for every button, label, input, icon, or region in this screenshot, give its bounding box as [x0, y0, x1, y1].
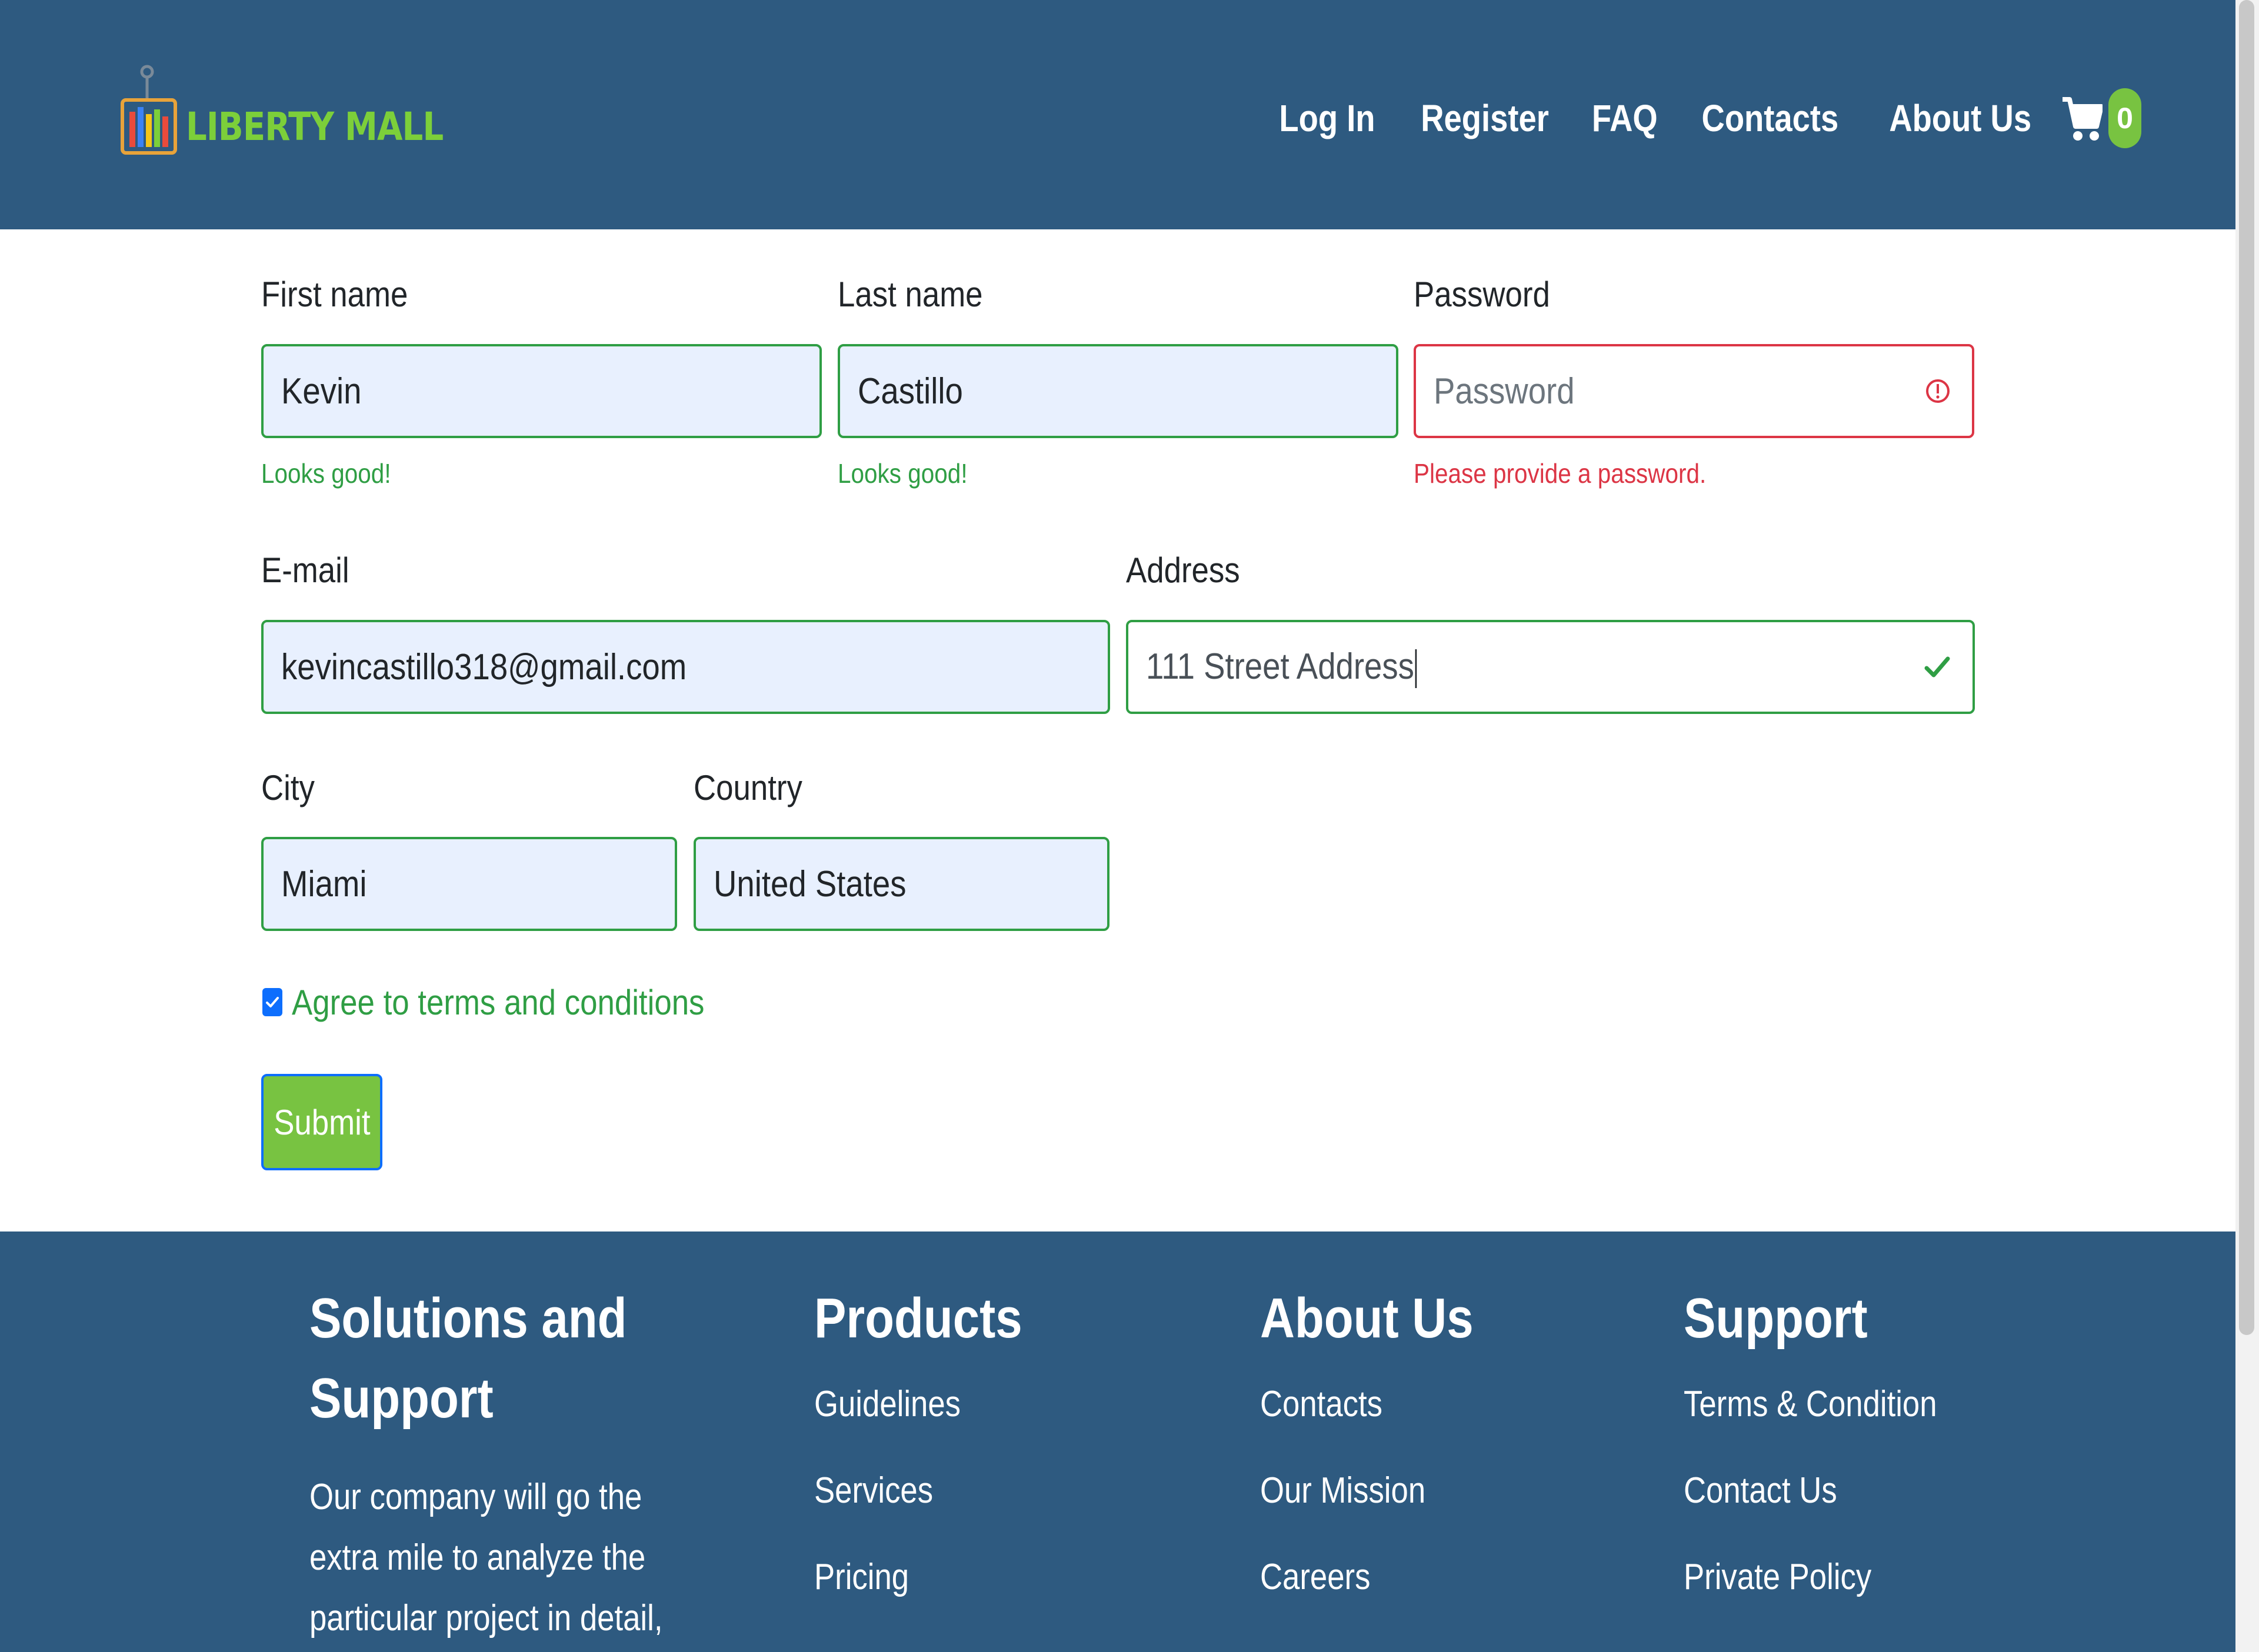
- basket-logo-icon: [121, 65, 177, 155]
- footer-col-products: Products Guidelines Services Pricing: [814, 1279, 1059, 1620]
- first-name-label: First name: [261, 275, 408, 314]
- last-name-input[interactable]: Castillo: [838, 344, 1398, 438]
- address-value: 111 Street Address: [1146, 646, 1417, 689]
- footer-description-line: particular project in detail,: [309, 1598, 663, 1638]
- main-nav: Log In Register FAQ Contacts About Us 0: [1245, 88, 2141, 148]
- terms-checkbox[interactable]: [262, 988, 282, 1016]
- footer-heading-about: About Us: [1260, 1287, 1474, 1350]
- city-input[interactable]: Miami: [261, 837, 677, 931]
- email-input[interactable]: kevincastillo318@gmail.com: [261, 620, 1110, 714]
- last-name-value: Castillo: [858, 371, 963, 412]
- last-name-valid-feedback: Looks good!: [838, 458, 968, 489]
- logo[interactable]: LIBERTY MALL: [118, 65, 489, 165]
- checkmark-icon: [1924, 656, 1950, 678]
- footer-link-contact-us[interactable]: Contact Us: [1684, 1447, 1937, 1534]
- last-name-label: Last name: [838, 275, 983, 314]
- footer-link-guidelines[interactable]: Guidelines: [814, 1361, 1022, 1447]
- footer-link-our-mission[interactable]: Our Mission: [1260, 1447, 1474, 1534]
- footer-description: Our company will go the extra mile to an…: [309, 1467, 662, 1648]
- email-label: E-mail: [261, 550, 349, 590]
- scrollbar-thumb[interactable]: [2239, 0, 2254, 1335]
- nav-faq-link[interactable]: FAQ: [1592, 96, 1658, 140]
- submit-label: Submit: [273, 1102, 371, 1142]
- nav-register-link[interactable]: Register: [1421, 96, 1549, 140]
- password-input[interactable]: Password: [1414, 344, 1974, 438]
- city-label: City: [261, 768, 315, 807]
- password-placeholder: Password: [1434, 371, 1575, 412]
- footer-link-careers[interactable]: Careers: [1260, 1534, 1474, 1620]
- address-label: Address: [1126, 550, 1240, 590]
- footer-link-pricing[interactable]: Pricing: [814, 1534, 1022, 1620]
- footer-description-line: Our company will go the: [309, 1477, 642, 1517]
- footer-col-about: About Us Contacts Our Mission Careers: [1260, 1279, 1511, 1620]
- error-circle-icon: [1926, 379, 1950, 403]
- shopping-cart-icon[interactable]: [2061, 91, 2103, 145]
- footer-description-line: extra mile to analyze the: [309, 1537, 646, 1578]
- footer-heading-support: Support: [1684, 1287, 1868, 1350]
- country-input[interactable]: United States: [694, 837, 1109, 931]
- first-name-value: Kevin: [281, 371, 362, 412]
- country-label: Country: [694, 768, 802, 807]
- logo-text: LIBERTY MALL: [186, 104, 444, 149]
- site-footer: Solutions and Support Our company will g…: [0, 1232, 2235, 1652]
- footer-link-services[interactable]: Services: [814, 1447, 1022, 1534]
- text-caret: [1415, 649, 1417, 689]
- footer-col-support: Support Terms & Condition Contact Us Pri…: [1684, 1279, 1982, 1620]
- city-value: Miami: [281, 863, 367, 905]
- email-value: kevincastillo318@gmail.com: [281, 646, 687, 688]
- footer-heading-solutions-line2: Support: [309, 1367, 494, 1430]
- checkbox-check-icon: [266, 997, 279, 1007]
- footer-link-private-policy[interactable]: Private Policy: [1684, 1534, 1937, 1620]
- password-invalid-feedback: Please provide a password.: [1414, 458, 1707, 489]
- nav-login-link[interactable]: Log In: [1280, 96, 1375, 140]
- footer-heading-solutions-line1: Solutions and: [309, 1287, 627, 1350]
- footer-link-terms[interactable]: Terms & Condition: [1684, 1361, 1937, 1447]
- first-name-valid-feedback: Looks good!: [261, 458, 391, 489]
- first-name-input[interactable]: Kevin: [261, 344, 822, 438]
- cart-count-badge: 0: [2108, 88, 2141, 148]
- password-label: Password: [1414, 275, 1550, 314]
- footer-col-solutions: Solutions and Support Our company will g…: [309, 1279, 725, 1648]
- footer-heading-products: Products: [814, 1287, 1022, 1350]
- address-input[interactable]: 111 Street Address: [1126, 620, 1975, 714]
- footer-link-contacts[interactable]: Contacts: [1260, 1361, 1474, 1447]
- submit-button[interactable]: Submit: [261, 1074, 382, 1170]
- terms-label[interactable]: Agree to terms and conditions: [292, 982, 704, 1023]
- nav-contacts-link[interactable]: Contacts: [1701, 96, 1838, 140]
- nav-about-link[interactable]: About Us: [1889, 96, 2031, 140]
- site-header: LIBERTY MALL Log In Register FAQ Contact…: [0, 0, 2235, 229]
- country-value: United States: [714, 863, 907, 905]
